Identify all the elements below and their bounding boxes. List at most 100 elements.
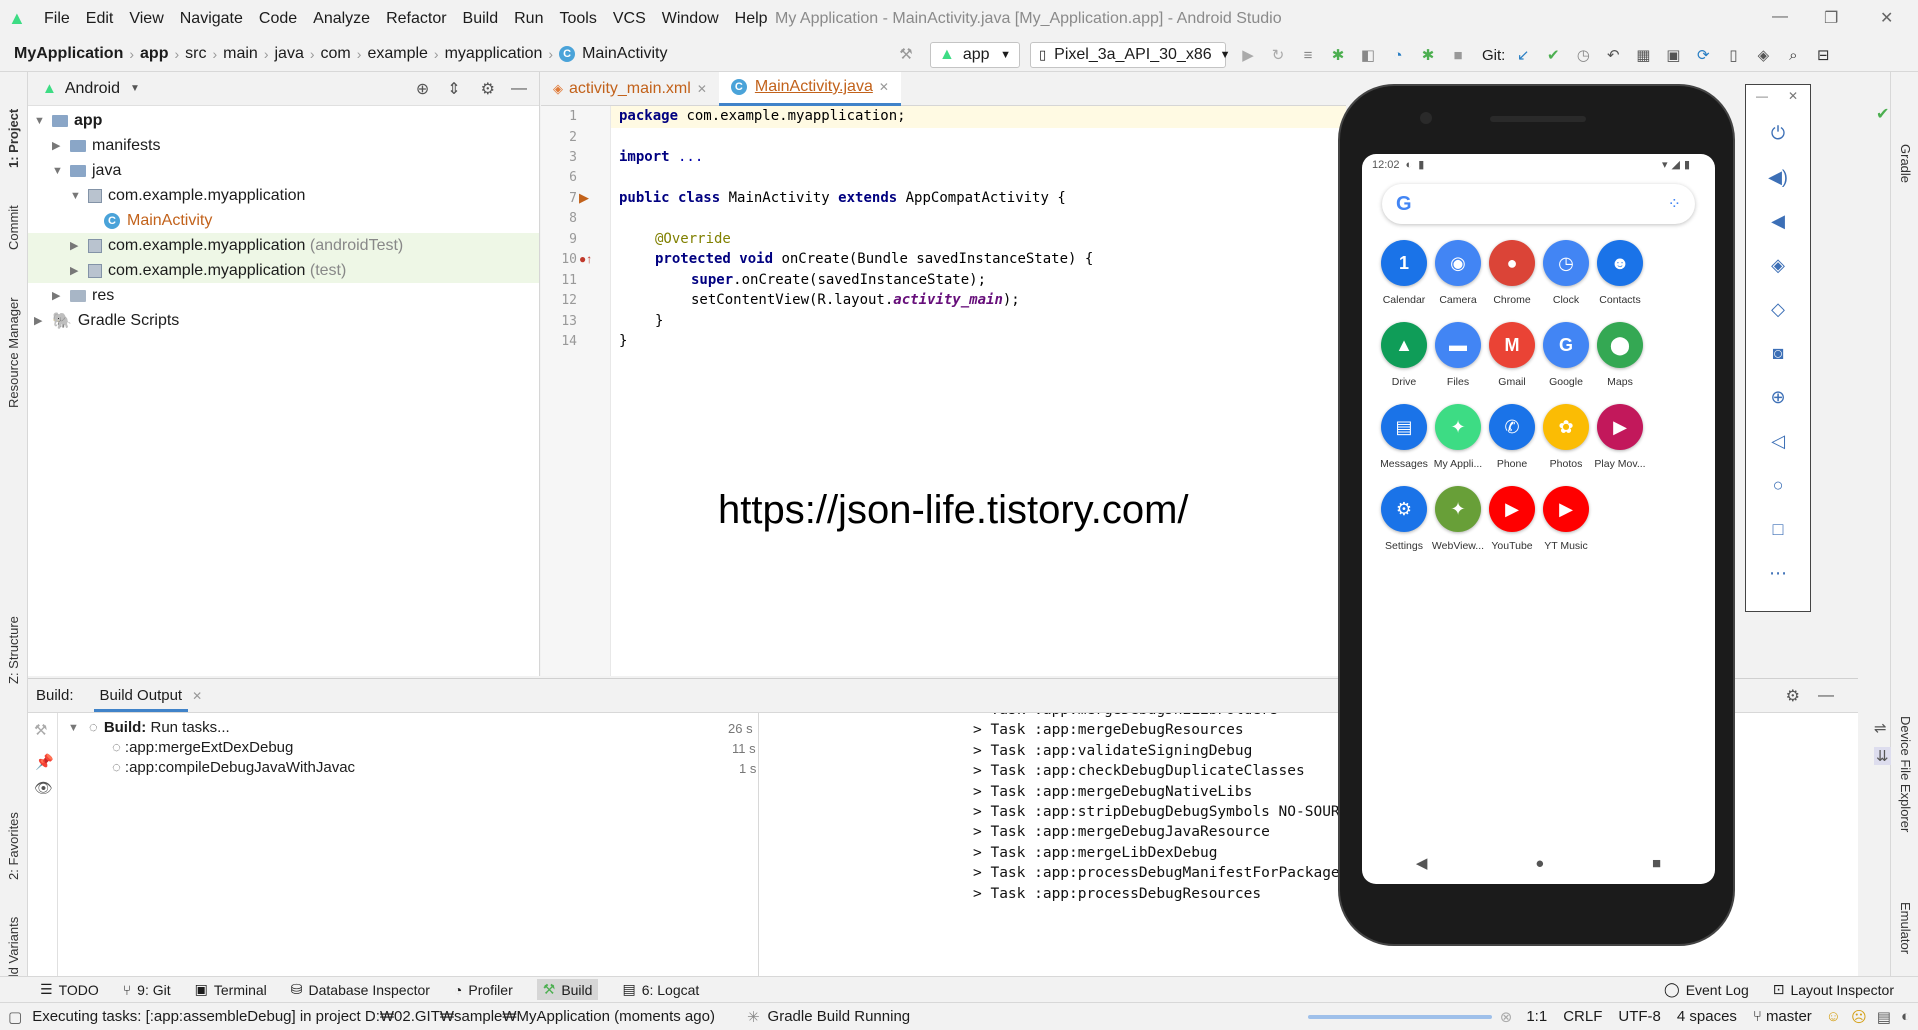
collapse-arrow-icon[interactable]: ▶ (34, 314, 48, 327)
menu-item-build[interactable]: Build (463, 10, 499, 28)
device-select[interactable]: ▯ Pixel_3a_API_30_x86 ▼ (1030, 42, 1231, 68)
breadcrumb-item[interactable]: MyApplication (14, 45, 123, 63)
indent-setting[interactable]: 4 spaces (1677, 1008, 1737, 1025)
menu-item-tools[interactable]: Tools (559, 10, 596, 28)
menu-item-view[interactable]: View (129, 10, 163, 28)
run-icon[interactable]: ▶ (1238, 45, 1258, 65)
back-icon[interactable]: ◁ (1746, 431, 1810, 452)
expand-arrow-icon[interactable]: ▼ (34, 115, 48, 127)
code-area[interactable]: 1 2 3 6 7 8 9 10 11 12 13 14 ▶ ●↑ packag… (541, 106, 1346, 676)
menu-item-vcs[interactable]: VCS (613, 10, 646, 28)
tree-item-package-test[interactable]: ▶ com.example.myapplication (test) (70, 258, 346, 283)
menu-item-file[interactable]: File (44, 10, 70, 28)
gear-icon[interactable]: ⚙ (1786, 686, 1800, 706)
tree-item-package-androidtest[interactable]: ▶ com.example.myapplication (androidTest) (70, 233, 403, 258)
zoom-icon[interactable]: ⊕ (1746, 387, 1810, 408)
breadcrumb-item[interactable]: com (321, 45, 351, 63)
app-play-mov[interactable]: ▶ Play Mov... (1587, 404, 1653, 470)
app-yt-music[interactable]: ▶ YT Music (1533, 486, 1599, 552)
minimize-icon[interactable]: — (1756, 89, 1768, 103)
tree-item-manifests[interactable]: ▶ manifests (52, 133, 160, 158)
close-icon[interactable]: ✕ (1880, 8, 1893, 28)
tool-git[interactable]: ⑂ 9: Git (123, 982, 171, 998)
tool-profiler[interactable]: ◔ Profiler (454, 982, 513, 998)
coverage-icon[interactable]: ◧ (1358, 45, 1378, 65)
tool-todo[interactable]: ☰ TODO (40, 981, 99, 998)
expand-arrow-icon[interactable]: ▼ (70, 190, 84, 202)
status-icon[interactable]: ▢ (8, 1008, 22, 1026)
more-icon[interactable]: ⋯ (1746, 563, 1810, 584)
tool-tab-project[interactable]: 1: Project (6, 109, 21, 168)
git-rollback-icon[interactable]: ↶ (1603, 45, 1623, 65)
cancel-progress-icon[interactable]: ⊗ (1500, 1008, 1513, 1026)
profile-icon[interactable]: ◔ (1388, 45, 1408, 65)
gear-icon[interactable]: ⚙ (481, 79, 495, 99)
inspection-ok-icon[interactable]: ✔ (1876, 104, 1889, 124)
git-history-icon[interactable]: ◷ (1573, 45, 1593, 65)
tool-tab-commit[interactable]: Commit (6, 205, 21, 250)
scroll-to-end-icon[interactable]: ⇊ (1874, 747, 1891, 765)
locate-icon[interactable]: ⊕ (416, 79, 429, 99)
power-icon[interactable]: ⏻ (1746, 123, 1810, 144)
home-icon[interactable]: ○ (1746, 475, 1810, 496)
overview-icon[interactable]: □ (1746, 519, 1810, 540)
device-screen[interactable]: 12:02 ◐ ▮ ▾ ◢ ▮ G ⁘ 1 Calendar ◉ Camera ● Chr… (1362, 154, 1715, 884)
tree-item-res[interactable]: ▶ res (52, 283, 114, 308)
apply-changes-icon[interactable]: ↻ (1268, 45, 1288, 65)
collapse-arrow-icon[interactable]: ▶ (52, 139, 66, 152)
tab-activity-main-xml[interactable]: ◈ activity_main.xml ✕ (541, 72, 719, 106)
breadcrumb-item[interactable]: example (367, 45, 427, 63)
tool-tab-structure[interactable]: Z: Structure (6, 616, 21, 684)
tab-build-output[interactable]: Build Output (93, 680, 189, 712)
menu-item-help[interactable]: Help (735, 10, 768, 28)
breadcrumb-item[interactable]: main (223, 45, 258, 63)
tree-item-package[interactable]: ▼ com.example.myapplication (70, 183, 305, 208)
close-tab-icon[interactable]: ✕ (192, 689, 202, 703)
line-separator[interactable]: CRLF (1563, 1008, 1602, 1025)
tool-event-log[interactable]: ◯ Event Log (1664, 981, 1749, 998)
run-config-select[interactable]: ▲ app ▼ (930, 42, 1020, 68)
app-contacts[interactable]: ☻ Contacts (1587, 240, 1653, 306)
git-update-icon[interactable]: ↙ (1513, 45, 1533, 65)
menu-item-analyze[interactable]: Analyze (313, 10, 370, 28)
breadcrumb-item[interactable]: myapplication (445, 45, 543, 63)
hide-panel-icon[interactable]: — (511, 80, 527, 98)
tool-tab-emulator[interactable]: Emulator (1898, 902, 1913, 954)
tree-item-java[interactable]: ▼ java (52, 158, 121, 183)
debug-icon[interactable]: ✱ (1328, 45, 1348, 65)
search-icon[interactable]: ⌕ (1783, 45, 1803, 65)
recents-icon[interactable]: ■ (1652, 855, 1661, 872)
tree-item-app[interactable]: ▼ app (34, 108, 102, 133)
settings-icon[interactable]: ⊟ (1813, 45, 1833, 65)
run-gutter-icon[interactable]: ▶ (579, 190, 589, 206)
tool-tab-gradle[interactable]: Gradle (1898, 144, 1913, 183)
smile-icon[interactable]: ☺ (1826, 1008, 1841, 1025)
menu-item-edit[interactable]: Edit (86, 10, 114, 28)
google-search-bar[interactable]: G ⁘ (1382, 184, 1695, 224)
rotate-right-icon[interactable]: ◇ (1746, 299, 1810, 320)
collapse-all-icon[interactable]: ⇕ (447, 79, 460, 99)
apply-code-changes-icon[interactable]: ≡ (1298, 45, 1318, 65)
tool-layout-inspector[interactable]: ⊡ Layout Inspector (1773, 981, 1894, 998)
notifications-icon[interactable]: ◐ (1901, 1008, 1910, 1025)
hammer-icon[interactable]: ⚒ (896, 44, 916, 64)
caret-position[interactable]: 1:1 (1526, 1008, 1547, 1025)
minimize-icon[interactable]: — (1772, 8, 1788, 26)
tool-build[interactable]: ⚒ Build (536, 979, 599, 1000)
tool-tab-favorites[interactable]: 2: Favorites (6, 812, 21, 880)
tool-terminal[interactable]: ▣ Terminal (195, 981, 267, 998)
soft-wrap-icon[interactable]: ⇌ (1874, 719, 1887, 737)
screenshot-icon[interactable]: ◙ (1746, 343, 1810, 364)
tool-tab-device-file-explorer[interactable]: Device File Explorer (1898, 716, 1913, 832)
tool-database-inspector[interactable]: ⛁ Database Inspector (291, 981, 430, 998)
assistant-icon[interactable]: ⁘ (1668, 194, 1681, 214)
tree-item-gradle-scripts[interactable]: ▶ 🐘 Gradle Scripts (34, 308, 179, 333)
tab-mainactivity-java[interactable]: C MainActivity.java ✕ (718, 71, 901, 106)
attach-debugger-icon[interactable]: ✱ (1418, 45, 1438, 65)
stop-icon[interactable]: ■ (1448, 45, 1468, 65)
resource-icon[interactable]: ◈ (1753, 45, 1773, 65)
breadcrumb-item[interactable]: src (185, 45, 206, 63)
sync-icon[interactable]: ⟳ (1693, 45, 1713, 65)
tool-logcat[interactable]: ▤ 6: Logcat (622, 981, 699, 998)
override-gutter-icon[interactable]: ●↑ (579, 252, 592, 266)
